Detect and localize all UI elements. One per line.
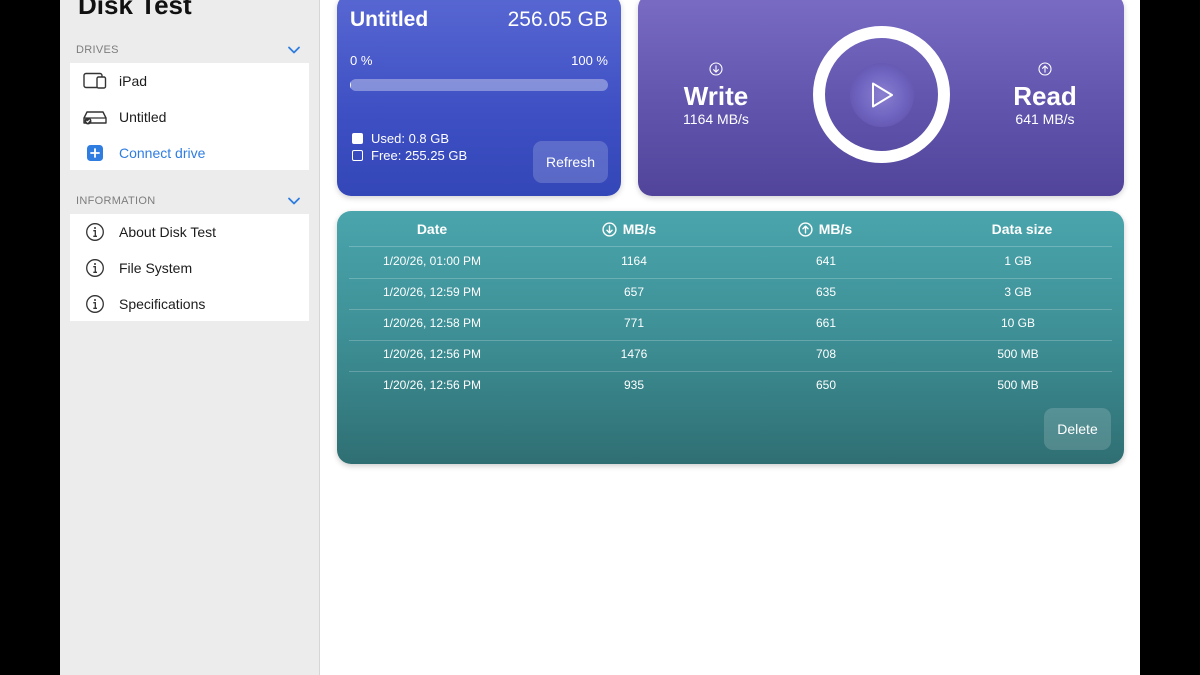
- table-cell-size: 500 MB: [997, 347, 1039, 361]
- table-cell-read: 661: [815, 316, 837, 330]
- arrow-up-circle-icon: [1038, 62, 1052, 76]
- read-speed: Read 641 MB/s: [985, 62, 1105, 127]
- plus-square-icon: [83, 143, 107, 163]
- table-cell-read: 708: [815, 347, 837, 361]
- read-label: Read: [1013, 81, 1077, 111]
- table-cell-size: 500 MB: [997, 378, 1039, 392]
- chevron-down-icon: [288, 46, 300, 54]
- drives-section-header[interactable]: DRIVES: [76, 44, 302, 60]
- write-speed: Write 1164 MB/s: [656, 62, 776, 127]
- table-divider: [349, 371, 1112, 372]
- info-icon: [83, 258, 107, 278]
- sidebar-item-label: Specifications: [119, 296, 206, 312]
- date-header-label: Date: [416, 221, 448, 237]
- table-cell-write: 771: [623, 316, 645, 330]
- sidebar-item-untitled[interactable]: Untitled: [70, 99, 309, 135]
- drives-header-label: DRIVES: [76, 44, 119, 56]
- table-cell-size: 10 GB: [1000, 316, 1036, 330]
- start-test-button[interactable]: [813, 26, 950, 163]
- table-divider: [349, 278, 1112, 279]
- arrow-down-circle-icon: [709, 62, 723, 76]
- sidebar-item-about[interactable]: About Disk Test: [70, 214, 309, 250]
- free-swatch: [352, 150, 363, 161]
- write-column-header: MB/s: [534, 220, 724, 238]
- read-header-label: MB/s: [818, 221, 853, 237]
- free-label: Free: 255.25 GB: [371, 148, 468, 163]
- drive-capacity: 256.05 GB: [507, 8, 608, 31]
- storage-progress-fill: [350, 79, 352, 91]
- used-label: Used: 0.8 GB: [371, 131, 450, 146]
- write-header-label: MB/s: [622, 221, 657, 237]
- table-cell-date: 1/20/26, 12:58 PM: [382, 316, 482, 330]
- history-table-card: Date MB/s MB/s Data size 1/20/26, 01:00 …: [337, 211, 1124, 464]
- info-icon: [83, 222, 107, 242]
- read-column-header: MB/s: [730, 220, 920, 238]
- drives-list: iPad Untitled Connect drive: [70, 63, 309, 170]
- progress-max-label: 100 %: [571, 53, 608, 68]
- date-column-header: Date: [337, 220, 527, 238]
- table-cell-date: 1/20/26, 12:56 PM: [382, 347, 482, 361]
- table-cell-date: 1/20/26, 01:00 PM: [382, 254, 482, 268]
- table-cell-size: 1 GB: [1004, 254, 1032, 268]
- information-header-label: INFORMATION: [76, 195, 156, 207]
- size-header-label: Data size: [991, 221, 1053, 237]
- write-label: Write: [683, 81, 749, 111]
- used-swatch: [352, 133, 363, 144]
- table-cell-size: 3 GB: [1004, 285, 1032, 299]
- information-section-header[interactable]: INFORMATION: [76, 195, 302, 211]
- table-cell-write: 935: [623, 378, 645, 392]
- info-icon: [83, 294, 107, 314]
- connect-drive-label: Connect drive: [119, 145, 206, 161]
- used-legend: Used: 0.8 GB: [352, 131, 449, 146]
- table-cell-write: 1164: [621, 254, 647, 268]
- table-cell-read: 635: [815, 285, 837, 299]
- sidebar-item-label: About Disk Test: [119, 224, 217, 240]
- connect-drive-button[interactable]: Connect drive: [70, 135, 309, 171]
- table-cell-write: 1476: [620, 347, 648, 361]
- arrow-up-circle-icon: [798, 221, 813, 237]
- refresh-button[interactable]: Refresh: [533, 141, 608, 183]
- table-cell-date: 1/20/26, 12:56 PM: [382, 378, 482, 392]
- sidebar-item-label: File System: [119, 260, 193, 276]
- size-column-header: Data size: [927, 220, 1117, 238]
- external-drive-icon: [83, 107, 107, 127]
- table-divider: [349, 246, 1112, 247]
- arrow-down-circle-icon: [602, 221, 617, 237]
- sidebar-item-file-system[interactable]: File System: [70, 250, 309, 286]
- table-cell-read: 641: [815, 254, 837, 268]
- delete-button[interactable]: Delete: [1044, 408, 1111, 450]
- read-value: 641 MB/s: [1015, 111, 1075, 127]
- information-list: About Disk Test File System Specificatio…: [70, 214, 309, 321]
- sidebar-item-ipad[interactable]: iPad: [70, 63, 309, 99]
- free-legend: Free: 255.25 GB: [352, 148, 467, 163]
- progress-min-label: 0 %: [350, 53, 373, 68]
- chevron-down-icon: [288, 197, 300, 205]
- table-cell-write: 657: [623, 285, 645, 299]
- table-divider: [349, 340, 1112, 341]
- sidebar-item-specifications[interactable]: Specifications: [70, 286, 309, 322]
- table-divider: [349, 309, 1112, 310]
- table-cell-read: 650: [815, 378, 837, 392]
- drive-name: Untitled: [350, 8, 429, 31]
- storage-card: Untitled 256.05 GB 0 % 100 % Used: 0.8 G…: [337, 0, 621, 196]
- app-window: Disk Test DRIVES iPad Untitled Connect d…: [60, 0, 1140, 675]
- write-value: 1164 MB/s: [683, 111, 749, 127]
- sidebar-item-label: Untitled: [119, 109, 167, 125]
- sidebar: Disk Test DRIVES iPad Untitled Connect d…: [60, 0, 320, 675]
- ipad-icon: [83, 71, 107, 91]
- storage-progress-bar: [350, 79, 608, 91]
- speed-card: Write 1164 MB/s Read 641 MB/s: [638, 0, 1124, 196]
- play-icon: [849, 62, 914, 127]
- app-title: Disk Test: [78, 0, 192, 20]
- sidebar-item-label: iPad: [119, 73, 148, 89]
- table-cell-date: 1/20/26, 12:59 PM: [382, 285, 482, 299]
